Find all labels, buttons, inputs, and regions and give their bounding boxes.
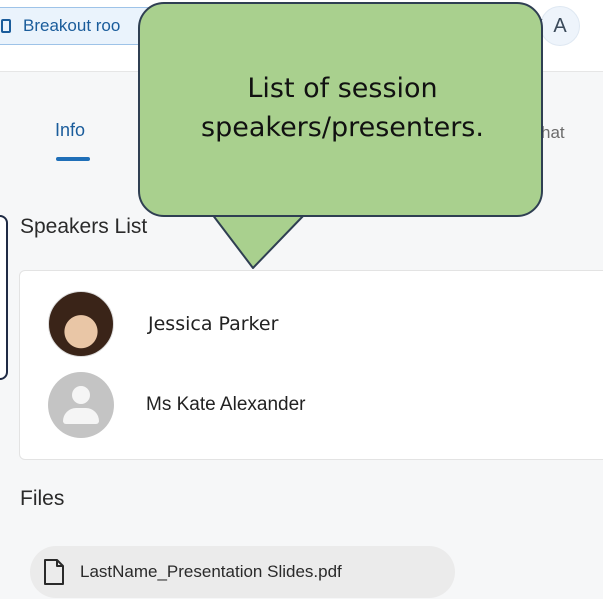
document-icon xyxy=(44,559,64,585)
speaker-item[interactable]: Ms Kate Alexander xyxy=(48,372,305,438)
user-avatar[interactable]: Y A xyxy=(531,6,580,46)
speaker-name: Ms Kate Alexander xyxy=(146,394,306,415)
callout-text: List of session speakers/presenters. xyxy=(201,73,484,143)
speaker-name: Jessica Parker xyxy=(148,313,279,335)
active-tab-indicator xyxy=(56,157,90,161)
left-panel-edge xyxy=(0,215,8,380)
person-placeholder-icon xyxy=(48,372,114,438)
file-item[interactable]: LastName_Presentation Slides.pdf xyxy=(30,546,455,598)
tab-info[interactable]: Info xyxy=(45,120,95,141)
speaker-item[interactable]: Jessica Parker xyxy=(48,291,278,357)
room-label: Breakout roo xyxy=(23,16,121,35)
app-page: Breakout roo Y A Info hat Speakers List … xyxy=(0,0,603,599)
avatar-letter: A xyxy=(553,14,567,37)
file-name: LastName_Presentation Slides.pdf xyxy=(80,562,342,581)
room-icon xyxy=(1,19,11,33)
speakers-card: Jessica Parker Ms Kate Alexander xyxy=(19,270,603,460)
callout-bubble: List of session speakers/presenters. xyxy=(138,2,543,217)
speakers-list-title: Speakers List xyxy=(20,215,148,238)
speaker-photo xyxy=(48,291,114,357)
files-title: Files xyxy=(20,487,65,510)
